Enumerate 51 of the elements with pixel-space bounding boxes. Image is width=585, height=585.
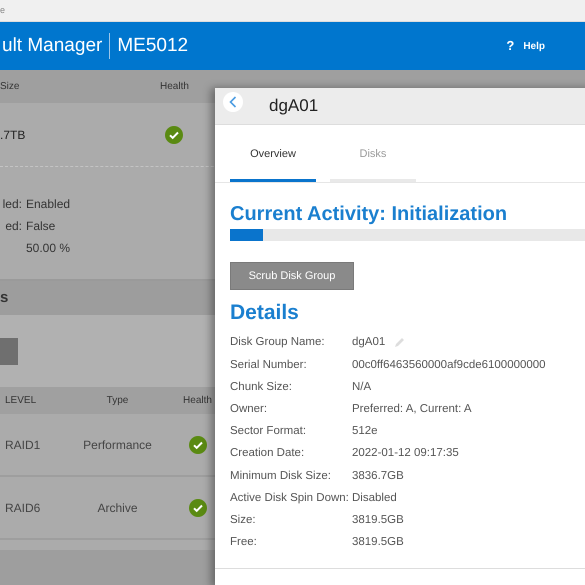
detail-label: Chunk Size: (230, 380, 294, 395)
column-header: LEVEL (4, 394, 38, 408)
table-cell-text: Archive (96, 500, 138, 516)
table-cell-text: Performance (82, 436, 153, 454)
property-label: led: (2, 196, 22, 211)
back-button[interactable] (223, 92, 243, 112)
detail-value: 3819.5GB (352, 512, 404, 528)
detail-value: 3836.7GB (352, 468, 404, 484)
action-button[interactable] (0, 338, 18, 364)
property-value: 50.00 % (26, 240, 70, 255)
size-value: .7TB (0, 126, 26, 144)
detail-value: Preferred: A, Current: A (352, 402, 472, 418)
column-header: Size (0, 80, 20, 94)
property-value: Enabled (26, 196, 70, 211)
system-name: ME5012 (117, 34, 188, 58)
details-title: Details (230, 300, 300, 326)
browser-tab-title: e (0, 5, 6, 15)
app-title: ult Manager (2, 34, 102, 58)
column-header: Health (160, 80, 190, 94)
detail-value: N/A (352, 380, 372, 395)
scrub-button[interactable]: Scrub Disk Group (230, 262, 354, 290)
property-label: ed: (4, 218, 22, 233)
detail-value: 3819.5GB (352, 535, 404, 550)
activity-title: Current Activity: Initialization (230, 202, 508, 226)
tab[interactable]: Disks (330, 140, 416, 182)
table-cell-text: RAID1 (4, 436, 42, 454)
chevron-left-icon (229, 96, 237, 108)
tab[interactable]: Overview (230, 140, 316, 182)
column-header: Type (106, 394, 130, 408)
table-cell-text: RAID6 (4, 500, 42, 516)
detail-value: 00c0ff6463560000af9cde6100000000 (352, 358, 546, 373)
section-title: s (0, 288, 8, 308)
detail-label: Active Disk Spin Down: (230, 490, 350, 506)
help-icon[interactable]: ? (506, 36, 514, 56)
detail-label: Size: (230, 512, 257, 528)
detail-value: 512e (352, 424, 378, 440)
detail-value: Disabled (352, 490, 397, 506)
detail-label: Serial Number: (230, 358, 308, 373)
detail-label: Owner: (230, 402, 268, 418)
detail-value: dgA01 (352, 335, 386, 350)
detail-label: Sector Format: (230, 424, 308, 440)
detail-label: Creation Date: (230, 446, 306, 462)
property-value: False (26, 218, 56, 233)
help-link[interactable]: Help (523, 38, 545, 54)
detail-label: Minimum Disk Size: (230, 468, 332, 484)
detail-label: Free: (230, 535, 258, 550)
detail-value: 2022-01-12 09:17:35 (352, 446, 459, 462)
column-header: Health (182, 394, 213, 408)
panel-title: dgA01 (269, 95, 318, 118)
pencil-icon[interactable] (393, 337, 406, 350)
detail-label: Disk Group Name: (230, 335, 326, 350)
